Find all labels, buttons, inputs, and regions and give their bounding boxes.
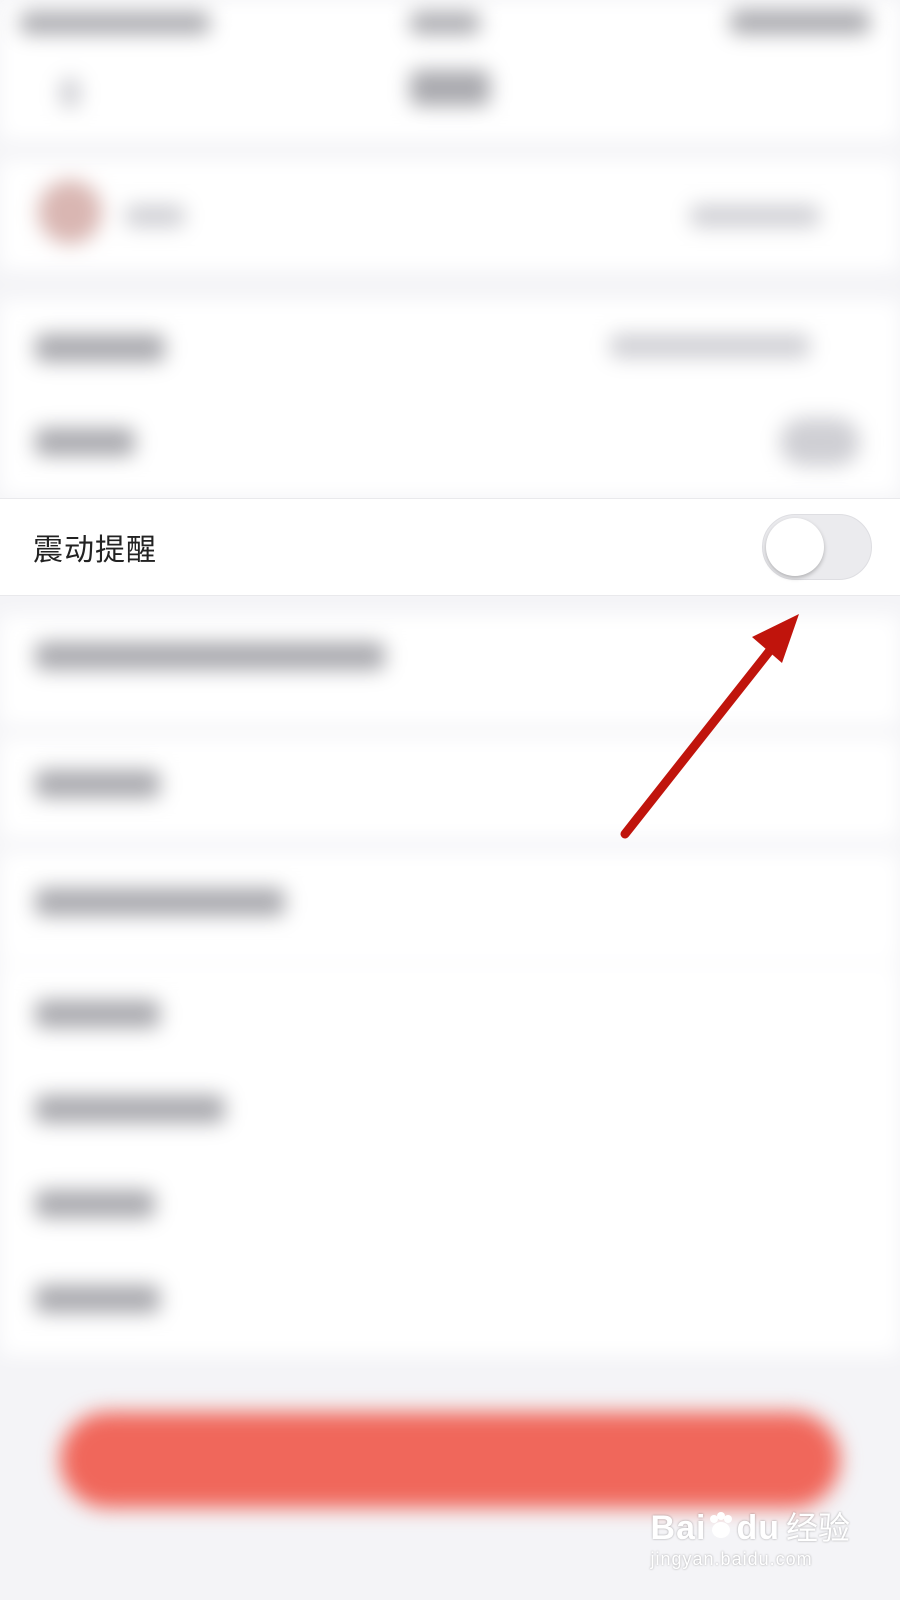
vibration-reminder-label: 震动提醒 xyxy=(33,533,157,568)
toggle-blurred xyxy=(780,418,860,466)
profile-right-blurred xyxy=(690,205,820,227)
status-bar-left xyxy=(20,12,210,34)
paw-icon xyxy=(710,1512,733,1538)
primary-button-blurred xyxy=(60,1412,840,1508)
profile-name-blurred xyxy=(125,205,185,227)
setting-label-blurred xyxy=(35,888,285,916)
setting-label-blurred xyxy=(35,428,135,456)
vibration-reminder-toggle[interactable] xyxy=(762,514,872,580)
watermark-brand-right: du xyxy=(736,1509,780,1547)
setting-label-blurred xyxy=(35,770,160,798)
setting-label-blurred xyxy=(35,1000,160,1028)
status-bar-right xyxy=(730,10,870,34)
setting-value-blurred xyxy=(610,334,810,358)
setting-label-blurred xyxy=(35,334,165,362)
setting-label-blurred xyxy=(35,1285,160,1313)
page-title-blurred xyxy=(410,70,490,106)
avatar xyxy=(38,180,102,244)
status-bar-center xyxy=(410,12,480,34)
watermark-brand-left: Bai xyxy=(650,1509,707,1547)
settings-group-1 xyxy=(0,300,900,496)
settings-row-blurred xyxy=(0,615,900,725)
toggle-knob xyxy=(766,518,824,576)
vibration-reminder-row: 震动提醒 xyxy=(0,498,900,596)
setting-label-blurred xyxy=(35,1190,155,1218)
watermark-url: jingyan.baidu.com xyxy=(650,1549,813,1569)
baidu-jingyan-watermark: Bai du 经验 jingyan.baidu.com xyxy=(651,1503,850,1570)
back-icon xyxy=(60,78,80,108)
watermark-product: 经验 xyxy=(785,1510,850,1546)
setting-label-blurred xyxy=(35,642,385,670)
blurred-background xyxy=(0,0,900,1600)
setting-label-blurred xyxy=(35,1095,225,1123)
